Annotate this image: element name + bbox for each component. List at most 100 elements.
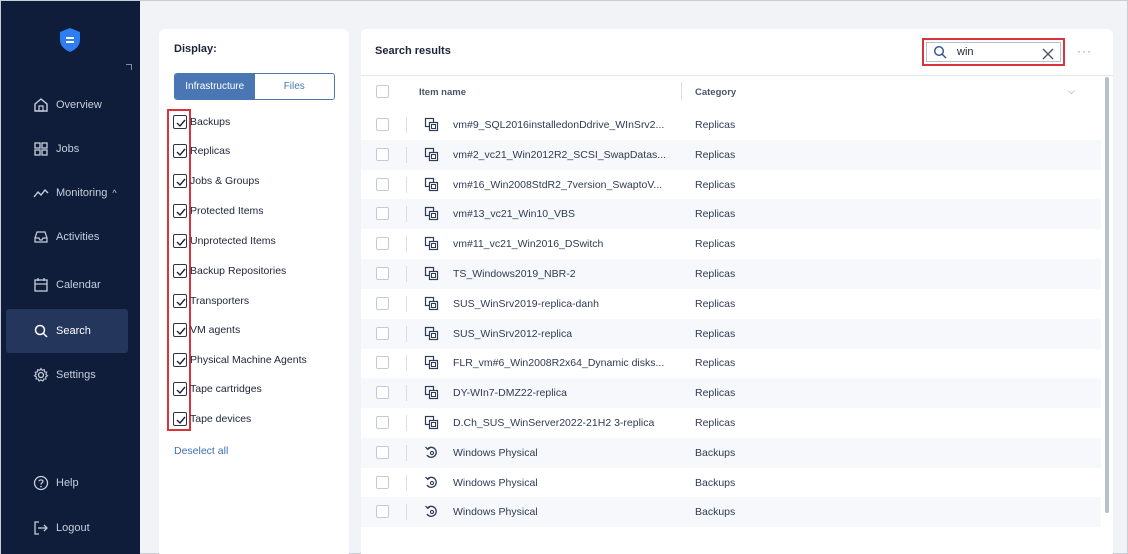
table-row[interactable]: vm#16_Win2008StdR2_7version_SwaptoV... Re… bbox=[361, 170, 1101, 200]
replica-icon bbox=[424, 206, 439, 221]
filter-panel: Display: Infrastructure Files Backups Rep… bbox=[159, 29, 349, 554]
checkbox-label: Jobs & Groups bbox=[190, 175, 260, 187]
filter-checkbox-row[interactable]: VM agents bbox=[173, 320, 240, 340]
search-results-panel: Search results ··· Item name Category ⌵ … bbox=[361, 29, 1113, 554]
collapse-sidebar-icon[interactable] bbox=[126, 64, 132, 70]
sidebar-item-calendar[interactable]: Calendar bbox=[1, 263, 140, 307]
item-name: vm#16_Win2008StdR2_7version_SwaptoV... bbox=[453, 178, 663, 191]
search-field bbox=[926, 42, 1061, 62]
shield-logo-icon bbox=[60, 28, 80, 52]
table-row[interactable]: FLR_vm#6_Win2008R2x64_Dynamic disks... Re… bbox=[361, 348, 1101, 378]
sidebar-item-label: Jobs bbox=[56, 143, 80, 155]
column-header-category[interactable]: Category bbox=[695, 87, 736, 98]
row-checkbox[interactable] bbox=[376, 416, 389, 429]
row-checkbox[interactable] bbox=[376, 356, 389, 370]
search-icon bbox=[34, 324, 48, 338]
table-row[interactable]: DY-WIn7-DMZ22-replica Replicas bbox=[361, 378, 1101, 409]
row-checkbox[interactable] bbox=[376, 296, 389, 310]
search-input[interactable] bbox=[957, 46, 1037, 58]
item-name: DY-WIn7-DMZ22-replica bbox=[453, 387, 567, 400]
table-row[interactable]: Windows Physical Backups bbox=[361, 497, 1101, 528]
checkbox[interactable] bbox=[173, 353, 187, 367]
checkbox-label: Transporters bbox=[190, 295, 250, 307]
filter-checkbox-row[interactable]: Transporters bbox=[173, 291, 249, 311]
table-row[interactable]: vm#2_vc21_Win2012R2_SCSI_SwapDatas... Rep… bbox=[361, 139, 1101, 170]
row-checkbox[interactable] bbox=[376, 386, 389, 400]
tab-files[interactable]: Files bbox=[254, 74, 334, 99]
checkbox[interactable] bbox=[173, 323, 187, 337]
sidebar-item-jobs[interactable]: Jobs bbox=[1, 127, 140, 171]
checkbox-label: Unprotected Items bbox=[190, 235, 276, 247]
row-checkbox[interactable] bbox=[376, 237, 389, 251]
select-all-checkbox[interactable] bbox=[376, 85, 389, 98]
table-header: Item name Category ⌵ bbox=[361, 76, 1101, 108]
row-checkbox[interactable] bbox=[376, 475, 389, 489]
sidebar-item-help[interactable]: Help bbox=[1, 461, 140, 505]
results-title: Search results bbox=[375, 45, 451, 57]
filter-checkbox-row[interactable]: Replicas bbox=[173, 141, 230, 161]
sidebar-item-logout[interactable]: Logout bbox=[1, 506, 140, 550]
checkbox[interactable] bbox=[173, 174, 187, 188]
replica-icon bbox=[424, 296, 439, 311]
tab-infrastructure[interactable]: Infrastructure bbox=[175, 74, 255, 99]
sidebar-item-label: Logout bbox=[56, 522, 90, 534]
check-icon bbox=[176, 238, 186, 247]
row-checkbox[interactable] bbox=[376, 177, 389, 191]
table-row[interactable]: TS_Windows2019_NBR-2 Replicas bbox=[361, 259, 1101, 289]
checkbox[interactable] bbox=[173, 115, 187, 129]
column-header-item-name[interactable]: Item name bbox=[419, 87, 466, 98]
checkbox[interactable] bbox=[173, 204, 187, 218]
checkbox-label: Tape cartridges bbox=[190, 383, 262, 395]
row-divider bbox=[406, 176, 407, 193]
table-row[interactable]: vm#9_SQL2016installedonDdrive_WInSrv2...… bbox=[361, 110, 1101, 140]
table-row[interactable]: SUS_WinSrv2019-replica-danh Replicas bbox=[361, 289, 1101, 319]
row-checkbox[interactable] bbox=[376, 118, 389, 131]
row-checkbox[interactable] bbox=[376, 267, 389, 280]
filter-checkbox-row[interactable]: Jobs & Groups bbox=[173, 171, 259, 191]
filter-checkbox-row[interactable]: Physical Machine Agents bbox=[173, 350, 307, 370]
replica-icon bbox=[424, 266, 439, 281]
search-icon bbox=[933, 45, 947, 59]
item-name: Windows Physical bbox=[453, 506, 538, 519]
check-icon bbox=[176, 148, 186, 157]
sidebar-item-settings[interactable]: Settings bbox=[1, 353, 140, 397]
more-options-button[interactable]: ··· bbox=[1077, 44, 1092, 58]
close-icon[interactable] bbox=[1042, 48, 1054, 60]
filter-checkbox-row[interactable]: Tape cartridges bbox=[173, 379, 262, 399]
checkbox[interactable] bbox=[173, 234, 187, 248]
item-name: vm#9_SQL2016installedonDdrive_WInSrv2... bbox=[453, 119, 665, 131]
checkbox[interactable] bbox=[173, 294, 187, 308]
scrollbar[interactable] bbox=[1105, 77, 1109, 513]
sidebar-item-overview[interactable]: Overview bbox=[1, 83, 140, 127]
help-icon bbox=[33, 475, 49, 491]
checkbox[interactable] bbox=[173, 144, 187, 158]
row-checkbox[interactable] bbox=[376, 505, 389, 519]
checkbox[interactable] bbox=[173, 412, 187, 426]
table-row[interactable]: vm#13_vc21_Win10_VBS Replicas bbox=[361, 199, 1101, 230]
table-row[interactable]: SUS_WinSrv2012-replica Replicas bbox=[361, 318, 1101, 349]
filter-checkbox-row[interactable]: Backups bbox=[173, 112, 230, 132]
row-checkbox[interactable] bbox=[376, 445, 389, 459]
table-row[interactable]: vm#11_vc21_Win2016_DSwitch Replicas bbox=[361, 229, 1101, 259]
deselect-all-link[interactable]: Deselect all bbox=[174, 445, 228, 457]
filter-checkbox-row[interactable]: Backup Repositories bbox=[173, 261, 286, 281]
table-row[interactable]: Windows Physical Backups bbox=[361, 468, 1101, 498]
filter-checkbox-row[interactable]: Unprotected Items bbox=[173, 231, 276, 251]
sidebar-item-search[interactable]: Search bbox=[6, 309, 128, 353]
row-checkbox[interactable] bbox=[376, 147, 389, 161]
table-row[interactable]: Windows Physical Backups bbox=[361, 437, 1101, 468]
replica-icon bbox=[424, 177, 439, 192]
display-label: Display: bbox=[174, 43, 217, 55]
item-name: vm#13_vc21_Win10_VBS bbox=[453, 208, 575, 221]
table-row[interactable]: D.Ch_SUS_WinServer2022-21H2 3-replica Rep… bbox=[361, 408, 1101, 438]
row-checkbox[interactable] bbox=[376, 207, 389, 221]
filter-checkbox-row[interactable]: Protected Items bbox=[173, 201, 264, 221]
checkbox[interactable] bbox=[173, 382, 187, 396]
sidebar-item-monitoring[interactable]: Monitoring ^ bbox=[1, 171, 140, 215]
filter-checkbox-row[interactable]: Tape devices bbox=[173, 409, 251, 429]
sidebar-item-activities[interactable]: Activities bbox=[1, 215, 140, 259]
row-checkbox[interactable] bbox=[376, 326, 389, 340]
sidebar-item-label: Settings bbox=[56, 369, 96, 381]
checkbox[interactable] bbox=[173, 264, 187, 278]
chevron-down-icon[interactable]: ⌵ bbox=[1068, 86, 1075, 97]
